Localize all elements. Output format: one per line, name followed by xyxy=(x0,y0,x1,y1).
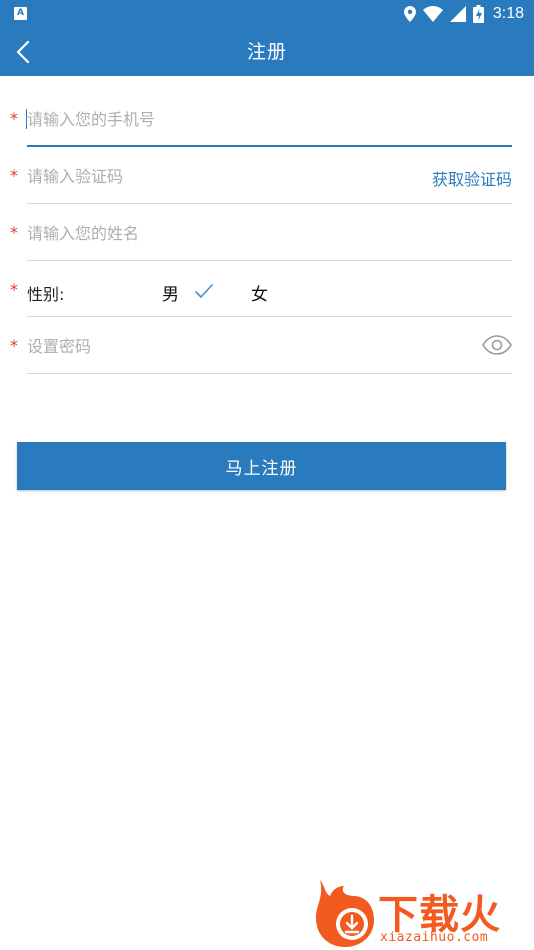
check-icon xyxy=(195,284,213,298)
required-mark: * xyxy=(10,223,18,242)
app-bar: 注册 xyxy=(0,28,534,76)
wifi-icon xyxy=(422,6,443,22)
required-mark: * xyxy=(10,280,18,299)
a-icon: A xyxy=(14,7,27,20)
eye-icon[interactable] xyxy=(482,335,512,355)
signal-icon xyxy=(449,6,466,22)
status-icons: 3:18 xyxy=(403,3,524,25)
name-underline xyxy=(27,260,512,261)
gender-option-female[interactable]: 女 xyxy=(251,280,268,305)
location-icon xyxy=(403,6,416,22)
status-time: 3:18 xyxy=(492,5,524,22)
watermark: 下载火 xiazaihuo.com xyxy=(312,878,532,948)
password-underline xyxy=(27,373,512,374)
get-code-button[interactable]: 获取验证码 xyxy=(432,166,512,190)
phone-underline xyxy=(27,145,512,147)
flame-logo-icon xyxy=(316,880,374,947)
gender-underline xyxy=(27,316,512,317)
watermark-url: xiazaihuo.com xyxy=(380,930,489,945)
code-input[interactable] xyxy=(27,162,407,190)
password-input[interactable] xyxy=(27,332,467,360)
required-mark: * xyxy=(10,109,18,128)
code-underline xyxy=(27,203,512,204)
status-bar: A 3:18 xyxy=(0,0,534,28)
page-title: 注册 xyxy=(246,41,287,63)
name-input[interactable] xyxy=(27,219,497,247)
phone-input[interactable] xyxy=(27,105,497,133)
required-mark: * xyxy=(10,166,18,185)
gender-option-male[interactable]: 男 xyxy=(162,280,179,305)
battery-icon xyxy=(472,5,484,23)
gender-label: 性别: xyxy=(27,285,65,304)
register-button[interactable]: 马上注册 xyxy=(17,442,506,490)
required-mark: * xyxy=(10,336,18,355)
